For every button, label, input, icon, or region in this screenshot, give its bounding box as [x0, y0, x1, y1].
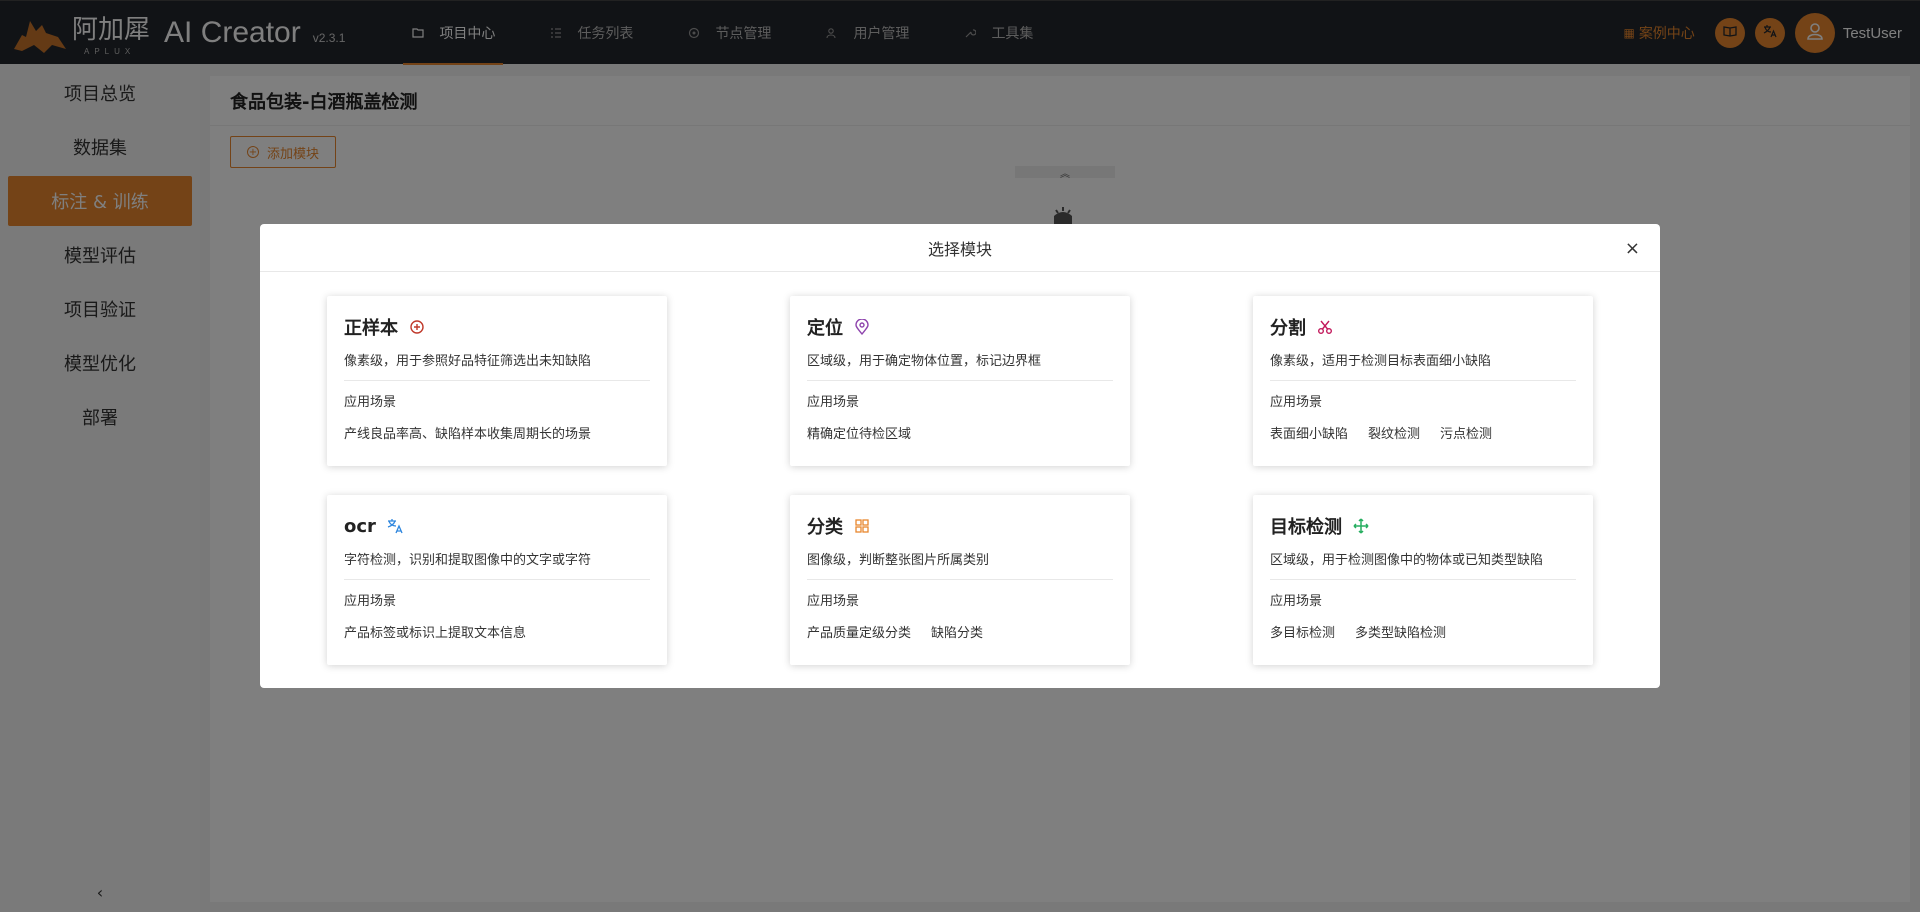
scene-label: 应用场景 [344, 395, 397, 410]
scene-tag: 裂纹检测 [1368, 427, 1421, 442]
module-card-ocr[interactable]: ocr 字符检测，识别和提取图像中的文字或字符 应用场景 产品标签或标识上提取文… [327, 495, 667, 665]
scene-tag: 缺陷分类 [931, 626, 984, 641]
scene-tags: 产线良品率高、缺陷样本收集周期长的场景 [344, 425, 650, 445]
scene-tag: 表面细小缺陷 [1270, 427, 1349, 442]
scene-tag: 污点检测 [1440, 427, 1493, 442]
card-title-row: 正样本 [344, 314, 650, 340]
module-card-positive-sample[interactable]: 正样本 像素级，用于参照好品特征筛选出未知缺陷 应用场景 产线良品率高、缺陷样本… [327, 296, 667, 466]
scene-tag: 精确定位待检区域 [807, 427, 912, 442]
card-description: 区域级，用于检测图像中的物体或已知类型缺陷 [1270, 549, 1576, 580]
scene-tag: 产品质量定级分类 [807, 626, 912, 641]
select-module-dialog: 选择模块 × 正样本 像素级，用于参照好品特征筛选出未知缺陷 应用场景 产线良品… [260, 224, 1660, 688]
card-title-row: 分割 [1270, 314, 1576, 340]
location-pin-icon [853, 318, 871, 336]
module-card-classification[interactable]: 分类 图像级，判断整张图片所属类别 应用场景 产品质量定级分类 缺陷分类 [790, 495, 1130, 665]
plus-circle-icon [408, 318, 426, 336]
card-title-row: 分类 [807, 513, 1113, 539]
scissors-icon [1316, 318, 1334, 336]
grid-icon [853, 517, 871, 535]
module-card-segmentation[interactable]: 分割 像素级，适用于检测目标表面细小缺陷 应用场景 表面细小缺陷 裂纹检测 污点… [1253, 296, 1593, 466]
card-title: 目标检测 [1270, 517, 1342, 538]
translate-icon [386, 517, 404, 535]
card-title: ocr [344, 515, 376, 537]
card-description: 像素级，适用于检测目标表面细小缺陷 [1270, 350, 1576, 381]
card-description: 区域级，用于确定物体位置，标记边界框 [807, 350, 1113, 381]
scene-label: 应用场景 [1270, 594, 1323, 609]
scene-tag: 多类型缺陷检测 [1355, 626, 1447, 641]
card-title: 定位 [807, 318, 843, 339]
module-card-object-detection[interactable]: 目标检测 区域级，用于检测图像中的物体或已知类型缺陷 应用场景 多目标检测 多类… [1253, 495, 1593, 665]
scene-label: 应用场景 [807, 594, 860, 609]
scene-tag: 产线良品率高、缺陷样本收集周期长的场景 [344, 427, 592, 442]
scene-tags: 表面细小缺陷 裂纹检测 污点检测 [1270, 425, 1576, 445]
scene-label: 应用场景 [344, 594, 397, 609]
card-title: 分割 [1270, 318, 1306, 339]
scene-tags: 产品标签或标识上提取文本信息 [344, 624, 650, 644]
card-title: 分类 [807, 517, 843, 538]
scene-tags: 产品质量定级分类 缺陷分类 [807, 624, 1113, 644]
card-description: 图像级，判断整张图片所属类别 [807, 549, 1113, 580]
scene-tags: 精确定位待检区域 [807, 425, 1113, 445]
card-title-row: 目标检测 [1270, 513, 1576, 539]
scene-tags: 多目标检测 多类型缺陷检测 [1270, 624, 1576, 644]
scene-label: 应用场景 [807, 395, 860, 410]
card-description: 字符检测，识别和提取图像中的文字或字符 [344, 549, 650, 580]
scene-label: 应用场景 [1270, 395, 1323, 410]
card-description: 像素级，用于参照好品特征筛选出未知缺陷 [344, 350, 650, 381]
close-button[interactable]: × [1625, 238, 1640, 259]
dialog-header: 选择模块 × [260, 224, 1660, 272]
scene-tag: 产品标签或标识上提取文本信息 [344, 626, 527, 641]
card-title-row: ocr [344, 513, 650, 539]
scene-tag: 多目标检测 [1270, 626, 1336, 641]
move-arrows-icon [1352, 517, 1370, 535]
module-card-localization[interactable]: 定位 区域级，用于确定物体位置，标记边界框 应用场景 精确定位待检区域 [790, 296, 1130, 466]
dialog-title: 选择模块 [927, 239, 992, 259]
card-title: 正样本 [344, 318, 398, 339]
card-title-row: 定位 [807, 314, 1113, 340]
